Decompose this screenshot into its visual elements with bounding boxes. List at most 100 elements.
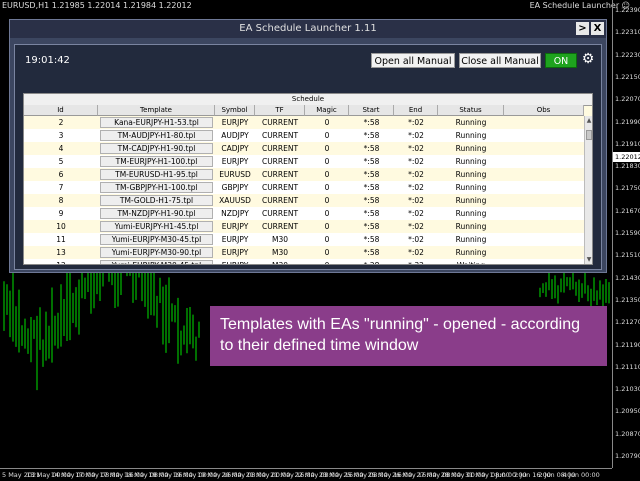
- price-tick-label: 1.21910: [615, 139, 640, 148]
- cell-magic: 0: [324, 235, 330, 244]
- cell-end: *:02: [408, 196, 424, 205]
- price-tick-label: 1.21590: [615, 229, 640, 237]
- cell-id: 10: [56, 222, 66, 231]
- cell-obs: [504, 129, 584, 142]
- cell-id: 12: [24, 259, 98, 264]
- cell-tf: CURRENT: [261, 144, 299, 153]
- template-button[interactable]: Yumi-EURJPY-M30-90.tpl: [100, 247, 213, 258]
- cell-end: *:02: [408, 170, 424, 179]
- cell-obs: [504, 181, 584, 194]
- cell-start: *:58: [363, 170, 380, 179]
- cell-end: *:02: [408, 209, 424, 218]
- schedule-scrollbar[interactable]: ▲ ▼: [584, 116, 592, 264]
- cell-end: *:02: [408, 118, 424, 127]
- scroll-down-icon[interactable]: ▼: [585, 255, 592, 264]
- time-tick-label: 4 Jun 00:00: [562, 471, 600, 479]
- template-button[interactable]: Yumi-EURJPY-M30-45.tpl: [100, 260, 213, 264]
- close-button[interactable]: X: [591, 22, 604, 35]
- price-tick-label: 1.22150: [615, 72, 640, 81]
- price-axis: 1.22390 1.22310 1.22230 1.22150 1.22070 1.219…: [612, 0, 640, 468]
- table-row: 13 Yumi-EURJPY-M30-90.tpl EURJPY M30 0 *:58 *:…: [24, 246, 584, 259]
- expand-button[interactable]: >: [576, 22, 589, 35]
- cell-symbol: EURJPY: [221, 248, 249, 257]
- price-tick-label: 1.21430: [615, 273, 640, 282]
- cell-magic: 0: [324, 157, 330, 166]
- cell-obs: [504, 259, 584, 264]
- cell-id: 3: [58, 131, 64, 140]
- cell-symbol: EURJPY: [221, 157, 249, 166]
- cell-tf: CURRENT: [261, 183, 299, 192]
- cell-status: Running: [455, 196, 487, 205]
- column-header-template: Template: [98, 105, 215, 116]
- gear-icon[interactable]: ⚙: [581, 52, 595, 66]
- price-tick-label: 1.21350: [615, 295, 640, 304]
- cell-symbol: EURJPY: [221, 118, 249, 127]
- cell-symbol: GBPJPY: [221, 183, 249, 192]
- template-button[interactable]: TM-NZDJPY-H1-90.tpl: [100, 208, 213, 219]
- cell-magic: 0: [324, 144, 330, 153]
- template-button[interactable]: Yumi-EURJPY-H1-45.tpl: [100, 221, 213, 232]
- cell-id: 13: [56, 248, 66, 257]
- table-row: 11 Yumi-EURJPY-M30-45.tpl EURJPY M30 0 *:58 *:…: [24, 233, 584, 246]
- cell-status: Running: [455, 235, 487, 244]
- template-button[interactable]: Kana-EURJPY-H1-53.tpl: [100, 117, 213, 128]
- on-toggle-button[interactable]: ON: [545, 53, 577, 68]
- template-button[interactable]: TM-GBPJPY-H1-100.tpl: [100, 182, 213, 193]
- cell-obs: [504, 194, 584, 207]
- cell-magic: 0: [324, 196, 330, 205]
- table-row: 4 TM-CADJPY-H1-90.tpl CADJPY CURRENT 0 *:58 *:…: [24, 142, 584, 155]
- price-tick-label: 1.21670: [615, 206, 640, 215]
- table-row: 10 Yumi-EURJPY-H1-45.tpl EURJPY CURRENT 0 *:5…: [24, 220, 584, 233]
- cell-magic: 0: [324, 131, 330, 140]
- table-row: 8 TM-GOLD-H1-75.tpl XAUUSD CURRENT 0 *:58 *:02…: [24, 194, 584, 207]
- cell-status: Running: [455, 157, 487, 166]
- cell-end: *:32: [394, 259, 438, 264]
- table-row: 12Yumi-EURJPY-M30-45.tplEURJPYM300*:28*:…: [24, 259, 584, 264]
- column-header-end: End: [394, 105, 438, 116]
- template-button[interactable]: TM-EURJPY-H1-100.tpl: [100, 156, 213, 167]
- template-button[interactable]: TM-CADJPY-H1-90.tpl: [100, 143, 213, 154]
- table-row: 7 TM-GBPJPY-H1-100.tpl GBPJPY CURRENT 0 *:58 *…: [24, 181, 584, 194]
- cell-symbol: EURUSD: [219, 170, 251, 179]
- cell-end: *:02: [408, 131, 424, 140]
- window-titlebar[interactable]: EA Schedule Launcher 1.11 > X: [10, 20, 606, 38]
- cell-obs: [504, 155, 584, 168]
- cell-obs: [504, 233, 584, 246]
- cell-start: *:58: [363, 235, 380, 244]
- close-all-manual-button[interactable]: Close all Manual: [459, 53, 541, 68]
- launcher-panel: 19:01:42 Open all Manual Close all Manua…: [14, 44, 602, 270]
- open-all-manual-button[interactable]: Open all Manual: [371, 53, 455, 68]
- column-header-magic: Magic: [305, 105, 349, 116]
- cell-start: *:58: [363, 183, 380, 192]
- cell-status: Running: [455, 131, 487, 140]
- cell-end: *:02: [408, 235, 424, 244]
- cell-symbol: EURJPY: [215, 259, 255, 264]
- cell-symbol: EURJPY: [221, 222, 249, 231]
- cell-end: *:02: [408, 248, 424, 257]
- cell-id: 9: [58, 209, 64, 218]
- cell-tf: CURRENT: [261, 196, 299, 205]
- price-tick-label: 1.20870: [615, 429, 640, 438]
- cell-end: *:02: [408, 157, 424, 166]
- template-button[interactable]: TM-EURUSD-H1-95.tpl: [100, 169, 213, 180]
- cell-tf: CURRENT: [261, 170, 299, 179]
- cell-obs: [504, 168, 584, 181]
- cell-tf: M30: [255, 259, 305, 264]
- cell-tf: CURRENT: [261, 209, 299, 218]
- cell-id: 8: [58, 196, 64, 205]
- chart-symbol-header: EURUSD,H1 1.21985 1.22014 1.21984 1.2201…: [2, 1, 192, 10]
- template-button[interactable]: TM-GOLD-H1-75.tpl: [100, 195, 213, 206]
- cell-symbol: CADJPY: [221, 144, 249, 153]
- template-button[interactable]: Yumi-EURJPY-M30-45.tpl: [100, 234, 213, 245]
- price-tick-label: 1.21830: [615, 162, 640, 171]
- scroll-up-icon[interactable]: ▲: [585, 116, 592, 125]
- price-tick-label: 1.21270: [615, 318, 640, 327]
- cell-obs: [504, 246, 584, 259]
- cell-obs: [504, 220, 584, 233]
- cell-start: *:58: [363, 131, 380, 140]
- cell-end: *:02: [408, 144, 424, 153]
- column-header-start: Start: [349, 105, 394, 116]
- scroll-thumb[interactable]: [586, 130, 592, 140]
- price-tick-label: 1.20950: [615, 407, 640, 416]
- template-button[interactable]: TM-AUDJPY-H1-80.tpl: [100, 130, 213, 141]
